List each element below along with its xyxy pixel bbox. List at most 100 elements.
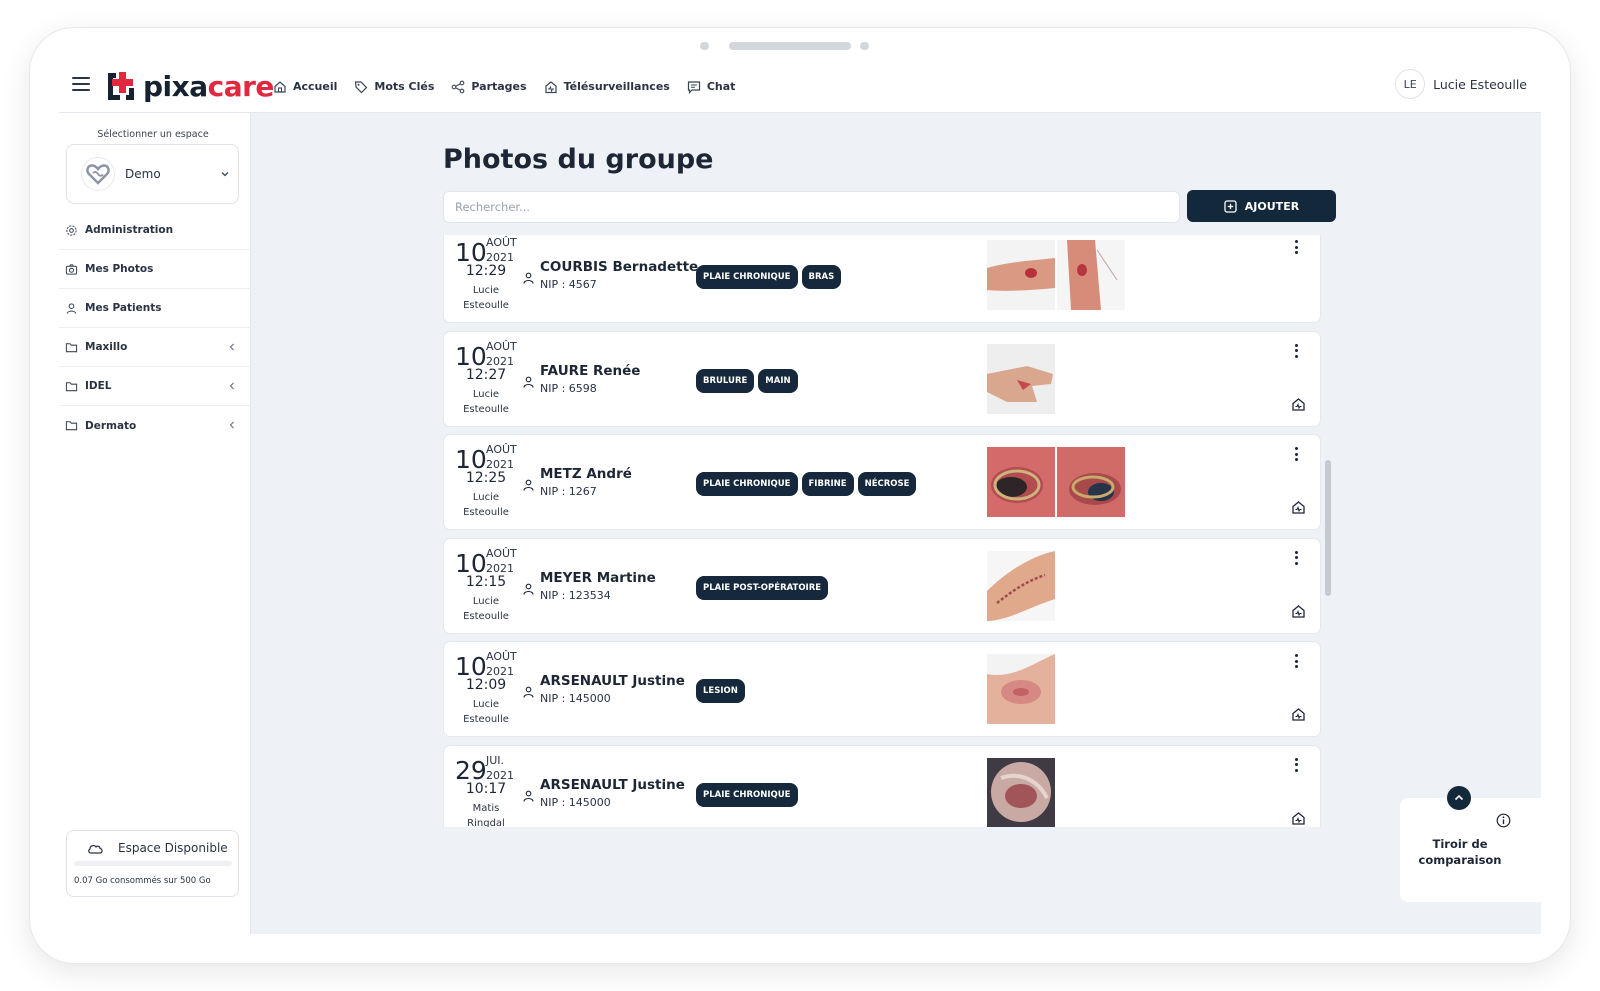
patient-icon xyxy=(523,479,534,491)
sidebar-item-mes-patients[interactable]: Mes Patients xyxy=(59,289,251,328)
patient-nip: NIP : 145000 xyxy=(540,692,611,705)
keyword-tag[interactable]: PLAIE POST-OPÉRATOIRE xyxy=(696,575,829,600)
photo-card[interactable]: 10 AOÛT 2021 12:09 Lucie Esteoulle ARSENA… xyxy=(443,641,1321,737)
photo-card[interactable]: 10 AOÛT 2021 12:29 Lucie Esteoulle COURBI… xyxy=(443,235,1321,323)
wound-photo-thumbnail[interactable] xyxy=(987,757,1055,828)
wound-photo-thumbnail[interactable] xyxy=(987,240,1055,310)
wound-photo-thumbnail[interactable] xyxy=(1057,240,1125,310)
nav-chat[interactable]: Chat xyxy=(687,80,735,94)
date-month: AOÛT xyxy=(486,236,517,249)
sidebar-item-dermato[interactable]: Dermato xyxy=(59,406,251,445)
sensor-dot xyxy=(860,42,869,50)
sidebar-item-maxillo[interactable]: Maxillo xyxy=(59,328,251,367)
photo-time: 12:09 xyxy=(465,677,507,693)
camera-dot xyxy=(700,42,709,50)
photo-author: Lucie Esteoulle xyxy=(463,595,509,622)
patient-name[interactable]: ARSENAULT Justine xyxy=(540,673,685,689)
patient-name[interactable]: MEYER Martine xyxy=(540,570,656,586)
keyword-tag[interactable]: PLAIE CHRONIQUE xyxy=(696,265,798,289)
telemonitoring-icon[interactable] xyxy=(1291,811,1306,826)
app-screen: pixacare Accueil Mots Clés Partages Télé… xyxy=(59,60,1541,934)
date-day: 10 xyxy=(455,238,487,267)
thumbnail-strip xyxy=(987,343,1055,414)
scrollbar[interactable] xyxy=(1325,460,1331,596)
keyword-tag[interactable]: PLAIE CHRONIQUE xyxy=(696,472,798,496)
more-options-icon[interactable] xyxy=(1295,343,1299,358)
sidebar-item-idel[interactable]: IDEL xyxy=(59,367,251,406)
more-options-icon[interactable] xyxy=(1295,654,1299,668)
nav-telesurveillances[interactable]: Télésurveillances xyxy=(544,80,670,94)
photo-card[interactable]: 10 AOÛT 2021 12:25 Lucie Esteoulle METZ A… xyxy=(443,434,1321,530)
nav-partages[interactable]: Partages xyxy=(451,80,527,94)
keyword-tag[interactable]: MAIN xyxy=(758,368,798,393)
patient-icon xyxy=(523,790,534,802)
app-logo[interactable]: pixacare xyxy=(106,66,274,106)
patient-icon xyxy=(523,686,534,698)
date-day: 10 xyxy=(455,341,487,371)
patient-icon xyxy=(523,272,534,284)
add-button[interactable]: AJOUTER xyxy=(1187,190,1336,222)
patient-name[interactable]: METZ André xyxy=(540,466,632,482)
tag-list: PLAIE CHRONIQUE FIBRINE NÉCROSE xyxy=(696,472,917,496)
more-options-icon[interactable] xyxy=(1295,757,1299,772)
date-day: 10 xyxy=(455,652,487,681)
patient-name[interactable]: FAURE Renée xyxy=(540,363,640,379)
drawer-toggle-button[interactable] xyxy=(1447,786,1471,810)
photo-author: Lucie Esteoulle xyxy=(463,388,509,415)
photo-card[interactable]: 10 AOÛT 2021 12:15 Lucie Esteoulle MEYER … xyxy=(443,537,1321,634)
hamburger-menu-icon[interactable] xyxy=(72,77,90,91)
comparison-drawer[interactable]: Tiroir de comparaison xyxy=(1400,798,1541,902)
photo-author: Lucie Esteoulle xyxy=(463,699,509,725)
tablet-frame: pixacare Accueil Mots Clés Partages Télé… xyxy=(30,28,1570,963)
wound-photo-thumbnail[interactable] xyxy=(987,654,1055,724)
user-menu[interactable]: LE Lucie Esteoulle xyxy=(1395,69,1527,99)
wound-photo-thumbnail[interactable] xyxy=(987,343,1055,414)
user-name: Lucie Esteoulle xyxy=(1433,76,1527,92)
sidebar-item-mes-photos[interactable]: Mes Photos xyxy=(59,250,251,289)
telemonitoring-icon[interactable] xyxy=(1291,604,1306,619)
sidebar-menu: Administration Mes Photos Mes Patients M… xyxy=(59,211,251,445)
tag-list: LESION xyxy=(696,679,745,703)
gear-icon xyxy=(66,224,77,236)
more-options-icon[interactable] xyxy=(1295,240,1299,254)
photo-time: 12:25 xyxy=(465,470,507,486)
nav-accueil[interactable]: Accueil xyxy=(273,80,337,94)
wound-photo-thumbnail[interactable] xyxy=(1057,447,1125,517)
photo-card[interactable]: 10 AOÛT 2021 12:27 Lucie Esteoulle FAURE … xyxy=(443,330,1321,427)
sidebar: Sélectionner un espace Demo Administrati… xyxy=(59,113,251,934)
space-select[interactable]: Demo xyxy=(66,144,239,204)
patient-icon xyxy=(523,583,534,595)
date-month: AOÛT xyxy=(486,339,517,353)
chevron-left-icon xyxy=(229,421,234,429)
telemonitoring-icon[interactable] xyxy=(1291,397,1306,412)
chevron-down-icon xyxy=(221,172,229,177)
avatar[interactable]: LE xyxy=(1395,69,1426,99)
date-day: 29 xyxy=(455,755,487,785)
patient-nip: NIP : 145000 xyxy=(540,795,611,809)
patient-name[interactable]: COURBIS Bernadette xyxy=(540,259,698,275)
search-input[interactable] xyxy=(443,191,1180,223)
keyword-tag[interactable]: LESION xyxy=(696,679,745,703)
telemonitoring-icon[interactable] xyxy=(1291,707,1306,722)
photo-card[interactable]: 29 JUI. 2021 10:17 Matis Ringdal ARSENAUL… xyxy=(443,744,1321,828)
keyword-tag[interactable]: BRAS xyxy=(801,265,842,289)
photo-time: 12:15 xyxy=(465,573,507,590)
nav-mots-cles[interactable]: Mots Clés xyxy=(354,80,434,94)
home-icon xyxy=(274,80,286,93)
wound-photo-thumbnail[interactable] xyxy=(987,447,1055,517)
more-options-icon[interactable] xyxy=(1295,447,1299,461)
keyword-tag[interactable]: PLAIE CHRONIQUE xyxy=(696,782,798,807)
wound-photo-thumbnail[interactable] xyxy=(987,550,1055,621)
chevron-left-icon xyxy=(229,343,234,351)
storage-title: Espace Disponible xyxy=(118,841,228,855)
keyword-tag[interactable]: BRULURE xyxy=(696,368,755,393)
more-options-icon[interactable] xyxy=(1295,550,1299,565)
info-icon[interactable] xyxy=(1496,813,1511,828)
thumbnail-strip xyxy=(987,240,1125,310)
keyword-tag[interactable]: FIBRINE xyxy=(801,472,854,496)
keyword-tag[interactable]: NÉCROSE xyxy=(857,472,917,496)
sidebar-item-administration[interactable]: Administration xyxy=(59,211,251,250)
telemonitoring-icon[interactable] xyxy=(1291,500,1306,515)
speaker-bar xyxy=(729,42,851,50)
patient-name[interactable]: ARSENAULT Justine xyxy=(540,777,685,793)
